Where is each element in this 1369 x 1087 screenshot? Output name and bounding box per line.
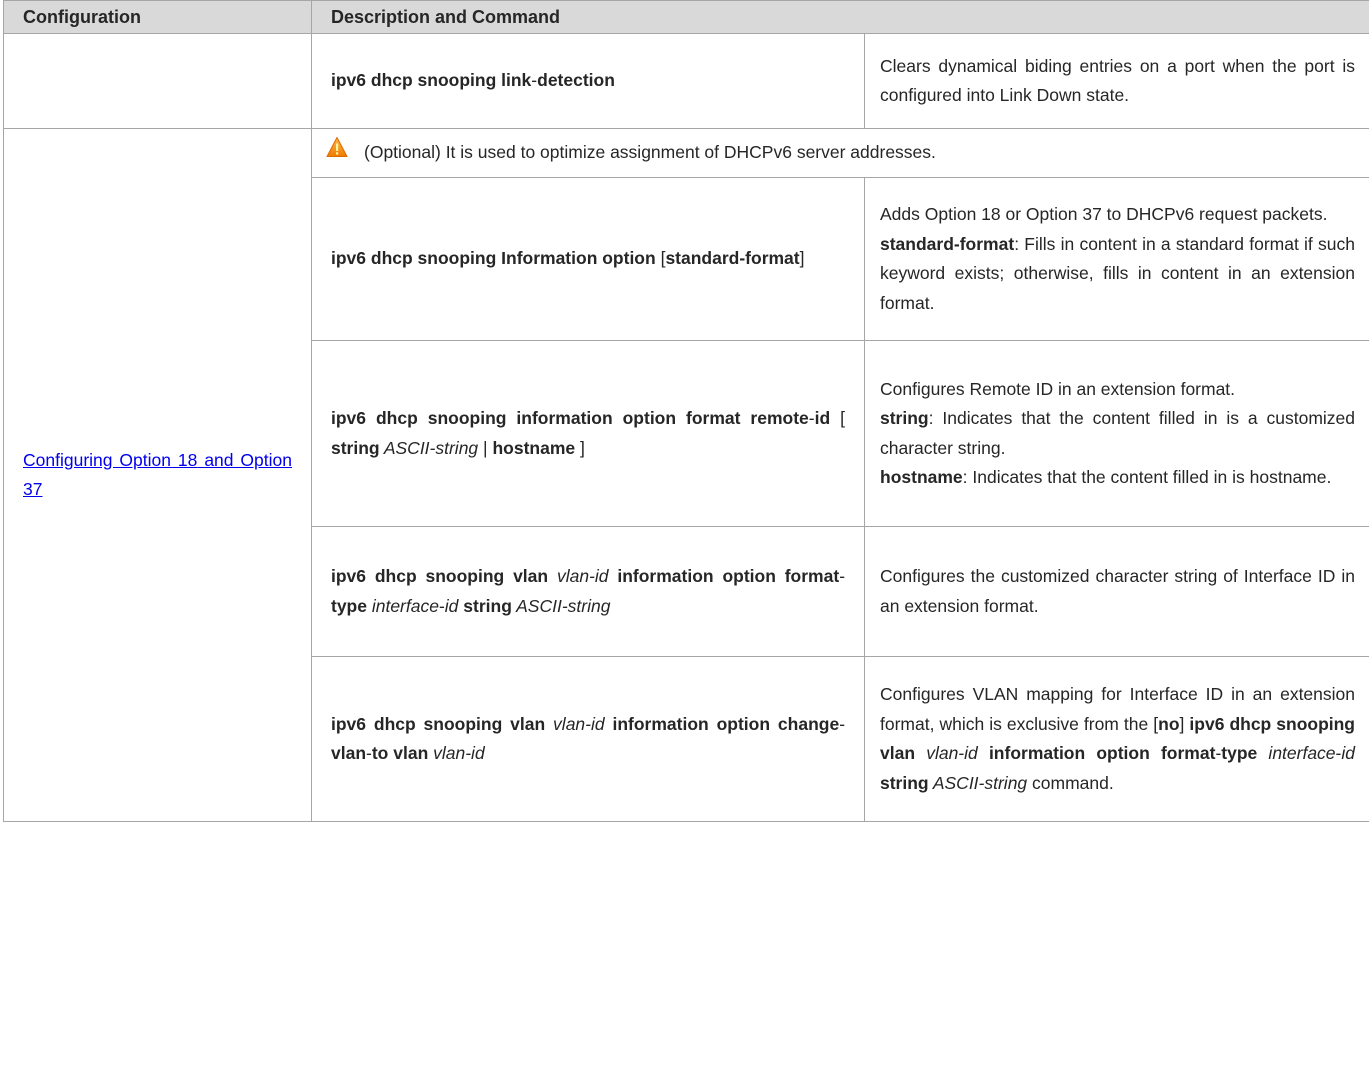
command-cell: ipv6 dhcp snooping information option fo… — [311, 340, 865, 527]
configuring-option-link[interactable]: Configuring Option 18 and Option 37 — [23, 446, 292, 505]
command-cell: ipv6 dhcp snooping vlan vlan-id informat… — [311, 526, 865, 657]
description-cell: Configures the customized character stri… — [864, 526, 1369, 657]
configuration-cell-empty — [3, 33, 312, 129]
warning-icon — [326, 136, 348, 168]
command-cell: ipv6 dhcp snooping Information option [s… — [311, 177, 865, 341]
configuration-table: Configuration Description and Command ip… — [3, 0, 1369, 822]
header-configuration: Configuration — [3, 0, 312, 34]
note-row: Configuring Option 18 and Option 37 (Opt… — [3, 128, 1369, 822]
header-description-command: Description and Command — [311, 0, 1369, 34]
table-row: ipv6 dhcp snooping link-detection Clears… — [3, 33, 1369, 129]
description-cell: Clears dynamical biding entries on a por… — [864, 33, 1369, 129]
optional-note: (Optional) It is used to optimize assign… — [311, 128, 1369, 178]
command-cell: ipv6 dhcp snooping vlan vlan-id informat… — [311, 656, 865, 822]
description-cell: Adds Option 18 or Option 37 to DHCPv6 re… — [864, 177, 1369, 341]
table-header-row: Configuration Description and Command — [3, 0, 1369, 34]
command-cell: ipv6 dhcp snooping link-detection — [311, 33, 865, 129]
description-cell: Configures VLAN mapping for Interface ID… — [864, 656, 1369, 822]
configuration-cell: Configuring Option 18 and Option 37 — [3, 128, 312, 822]
description-cell: Configures Remote ID in an extension for… — [864, 340, 1369, 527]
